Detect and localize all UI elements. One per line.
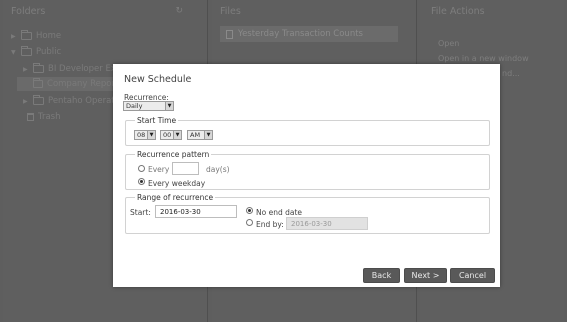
- new-schedule-dialog: New Schedule Recurrence: Daily ▼ Start T…: [113, 64, 500, 287]
- recurrence-value: Daily: [126, 102, 143, 110]
- action-open-new-window[interactable]: Open in a new window: [438, 54, 529, 63]
- end-by-date-input[interactable]: 2016-03-30: [286, 217, 368, 230]
- tree-item-company-reports[interactable]: Company Repor: [17, 77, 115, 91]
- end-by-label: End by:: [256, 220, 284, 229]
- every-days-radio[interactable]: [138, 165, 145, 172]
- start-time-group: Start Time 08 ▼ 00 ▼ AM ▼: [125, 116, 490, 146]
- end-by-radio[interactable]: [246, 219, 253, 226]
- trash-icon: [27, 113, 34, 121]
- folder-icon: [32, 78, 44, 88]
- tree-item-label: BI Developer Ex: [48, 64, 116, 74]
- tree-item-public[interactable]: ▼ Public: [11, 46, 62, 57]
- back-button[interactable]: Back: [363, 268, 400, 283]
- expand-arrow-icon[interactable]: ▶: [23, 98, 29, 105]
- ampm-value: AM: [190, 131, 201, 139]
- collapse-arrow-icon[interactable]: ▼: [11, 49, 17, 56]
- chevron-down-icon: ▼: [204, 131, 212, 139]
- file-row[interactable]: Yesterday Transaction Counts: [220, 26, 398, 42]
- days-suffix: day(s): [206, 165, 230, 174]
- chevron-down-icon: ▼: [173, 131, 181, 139]
- expand-arrow-icon[interactable]: ▶: [23, 66, 29, 73]
- document-icon: [226, 29, 233, 39]
- tree-item-label: Company Repor: [47, 79, 115, 89]
- tree-item-label: Pentaho Operat: [48, 96, 115, 106]
- start-label: Start:: [130, 208, 151, 217]
- recurrence-pattern-group: Recurrence pattern Every day(s) Every we…: [125, 150, 490, 190]
- tree-item-bi-developer[interactable]: ▶ BI Developer Ex: [23, 63, 116, 74]
- file-label: Yesterday Transaction Counts: [238, 29, 363, 39]
- hour-select[interactable]: 08 ▼: [134, 130, 156, 140]
- tree-item-label: Trash: [38, 112, 61, 122]
- range-legend: Range of recurrence: [135, 193, 216, 202]
- tree-item-label: Home: [36, 31, 62, 41]
- recurrence-pattern-legend: Recurrence pattern: [135, 150, 212, 159]
- folder-icon: [33, 95, 44, 105]
- every-weekday-radio[interactable]: [138, 178, 145, 185]
- hour-value: 08: [137, 131, 146, 139]
- ampm-select[interactable]: AM ▼: [187, 130, 213, 140]
- cancel-button[interactable]: Cancel: [450, 268, 495, 283]
- next-button[interactable]: Next >: [404, 268, 447, 283]
- start-time-legend: Start Time: [135, 116, 179, 125]
- range-of-recurrence-group: Range of recurrence Start: 2016-03-30 No…: [125, 193, 490, 234]
- no-end-date-radio[interactable]: [246, 207, 253, 214]
- every-weekday-label: Every weekday: [148, 179, 206, 188]
- refresh-icon[interactable]: ↻: [175, 6, 183, 16]
- folder-icon: [21, 46, 32, 56]
- files-title: Files: [220, 6, 241, 17]
- folders-title: Folders: [11, 6, 46, 17]
- action-partial[interactable]: nd...: [502, 69, 520, 78]
- folder-icon: [33, 63, 44, 73]
- tree-item-pentaho-operations[interactable]: ▶ Pentaho Operat: [23, 95, 115, 106]
- every-label: Every: [148, 165, 170, 174]
- dialog-title: New Schedule: [124, 74, 192, 85]
- file-actions-title: File Actions: [431, 6, 485, 17]
- minute-value: 00: [163, 131, 172, 139]
- action-open[interactable]: Open: [438, 39, 459, 48]
- no-end-date-label: No end date: [256, 208, 303, 217]
- minute-select[interactable]: 00 ▼: [160, 130, 182, 140]
- expand-arrow-icon[interactable]: ▶: [11, 33, 17, 40]
- start-date-input[interactable]: 2016-03-30: [155, 205, 237, 218]
- chevron-down-icon: ▼: [147, 131, 155, 139]
- days-input[interactable]: [172, 162, 199, 175]
- chevron-down-icon: ▼: [165, 102, 173, 110]
- tree-item-trash[interactable]: Trash: [27, 112, 60, 122]
- tree-item-label: Public: [36, 47, 62, 57]
- folder-icon: [21, 30, 32, 40]
- tree-item-home[interactable]: ▶ Home: [11, 30, 62, 41]
- recurrence-select[interactable]: Daily ▼: [123, 101, 174, 111]
